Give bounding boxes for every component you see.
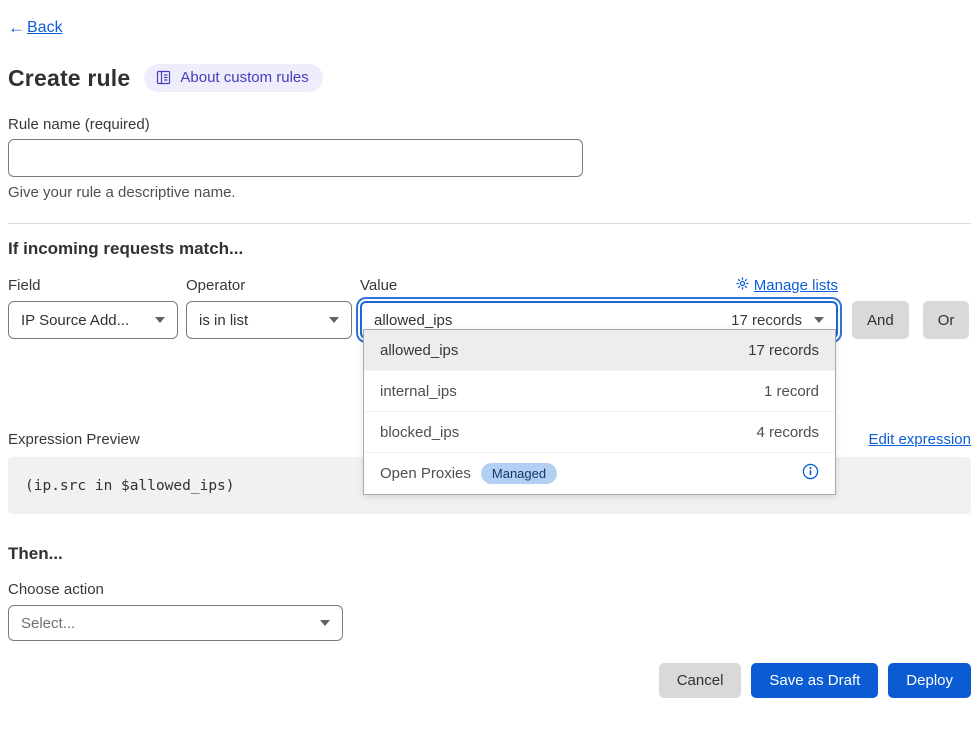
field-label: Field xyxy=(8,277,178,294)
operator-column: Operator is in list xyxy=(186,277,352,339)
list-item-name: Open Proxies xyxy=(380,465,471,482)
match-section-heading: If incoming requests match... xyxy=(8,239,971,259)
expression-preview-label: Expression Preview xyxy=(8,431,140,448)
field-column: Field IP Source Add... xyxy=(8,277,178,339)
action-select-placeholder: Select... xyxy=(21,615,312,632)
info-icon[interactable] xyxy=(802,463,819,484)
arrow-left-icon: ← xyxy=(8,18,25,38)
value-column: Value Manage lists allowed_ips 17 record… xyxy=(360,277,838,339)
chevron-down-icon xyxy=(329,317,339,323)
manage-lists-label: Manage lists xyxy=(754,277,838,294)
value-dropdown-panel: allowed_ips 17 records internal_ips 1 recor… xyxy=(363,329,836,495)
field-select-value: IP Source Add... xyxy=(21,312,147,329)
list-item-name: internal_ips xyxy=(380,383,457,400)
operator-select[interactable]: is in list xyxy=(186,301,352,339)
list-item[interactable]: Open Proxies Managed xyxy=(364,453,835,494)
list-item-records: 4 records xyxy=(756,424,819,441)
list-item-name: allowed_ips xyxy=(380,342,458,359)
list-item[interactable]: internal_ips 1 record xyxy=(364,371,835,412)
chevron-down-icon xyxy=(155,317,165,323)
list-item-records: 17 records xyxy=(748,342,819,359)
list-item-name: blocked_ips xyxy=(380,424,459,441)
value-select-value: allowed_ips xyxy=(374,312,723,329)
save-as-draft-button[interactable]: Save as Draft xyxy=(751,663,878,698)
page-header: Create rule About custom rules xyxy=(8,64,971,92)
value-label: Value xyxy=(360,277,397,294)
value-select-records: 17 records xyxy=(731,312,802,329)
create-rule-page: ←Back Create rule About custom rules Rul… xyxy=(0,0,979,698)
manage-lists-link[interactable]: Manage lists xyxy=(736,277,838,294)
cancel-button[interactable]: Cancel xyxy=(659,663,742,698)
field-select[interactable]: IP Source Add... xyxy=(8,301,178,339)
about-custom-rules-link[interactable]: About custom rules xyxy=(144,64,322,92)
list-item[interactable]: blocked_ips 4 records xyxy=(364,412,835,453)
operator-label: Operator xyxy=(186,277,352,294)
managed-badge: Managed xyxy=(481,463,557,484)
value-label-row: Value Manage lists xyxy=(360,277,838,294)
list-item-records: 1 record xyxy=(764,383,819,400)
rule-name-helper-text: Give your rule a descriptive name. xyxy=(8,184,971,201)
andor-group: And Or xyxy=(852,301,969,339)
book-icon xyxy=(156,70,171,85)
expression-code: (ip.src in $allowed_ips) xyxy=(25,478,235,494)
and-button[interactable]: And xyxy=(852,301,909,339)
gear-icon xyxy=(736,277,749,294)
then-section-heading: Then... xyxy=(8,544,971,564)
footer-actions: Cancel Save as Draft Deploy xyxy=(8,663,971,698)
edit-expression-link[interactable]: Edit expression xyxy=(868,431,971,448)
match-controls-row: Field IP Source Add... Operator is in li… xyxy=(8,277,971,339)
operator-select-value: is in list xyxy=(199,312,321,329)
choose-action-label: Choose action xyxy=(8,581,971,598)
rule-name-input[interactable] xyxy=(8,139,583,177)
rule-name-label: Rule name (required) xyxy=(8,116,971,133)
deploy-button[interactable]: Deploy xyxy=(888,663,971,698)
action-select[interactable]: Select... xyxy=(8,605,343,641)
chevron-down-icon xyxy=(814,317,824,323)
or-button[interactable]: Or xyxy=(923,301,970,339)
section-divider xyxy=(8,223,971,224)
list-item[interactable]: allowed_ips 17 records xyxy=(364,330,835,371)
chevron-down-icon xyxy=(320,620,330,626)
about-badge-label: About custom rules xyxy=(180,69,308,86)
page-title: Create rule xyxy=(8,65,130,92)
back-link[interactable]: ←Back xyxy=(8,18,63,38)
